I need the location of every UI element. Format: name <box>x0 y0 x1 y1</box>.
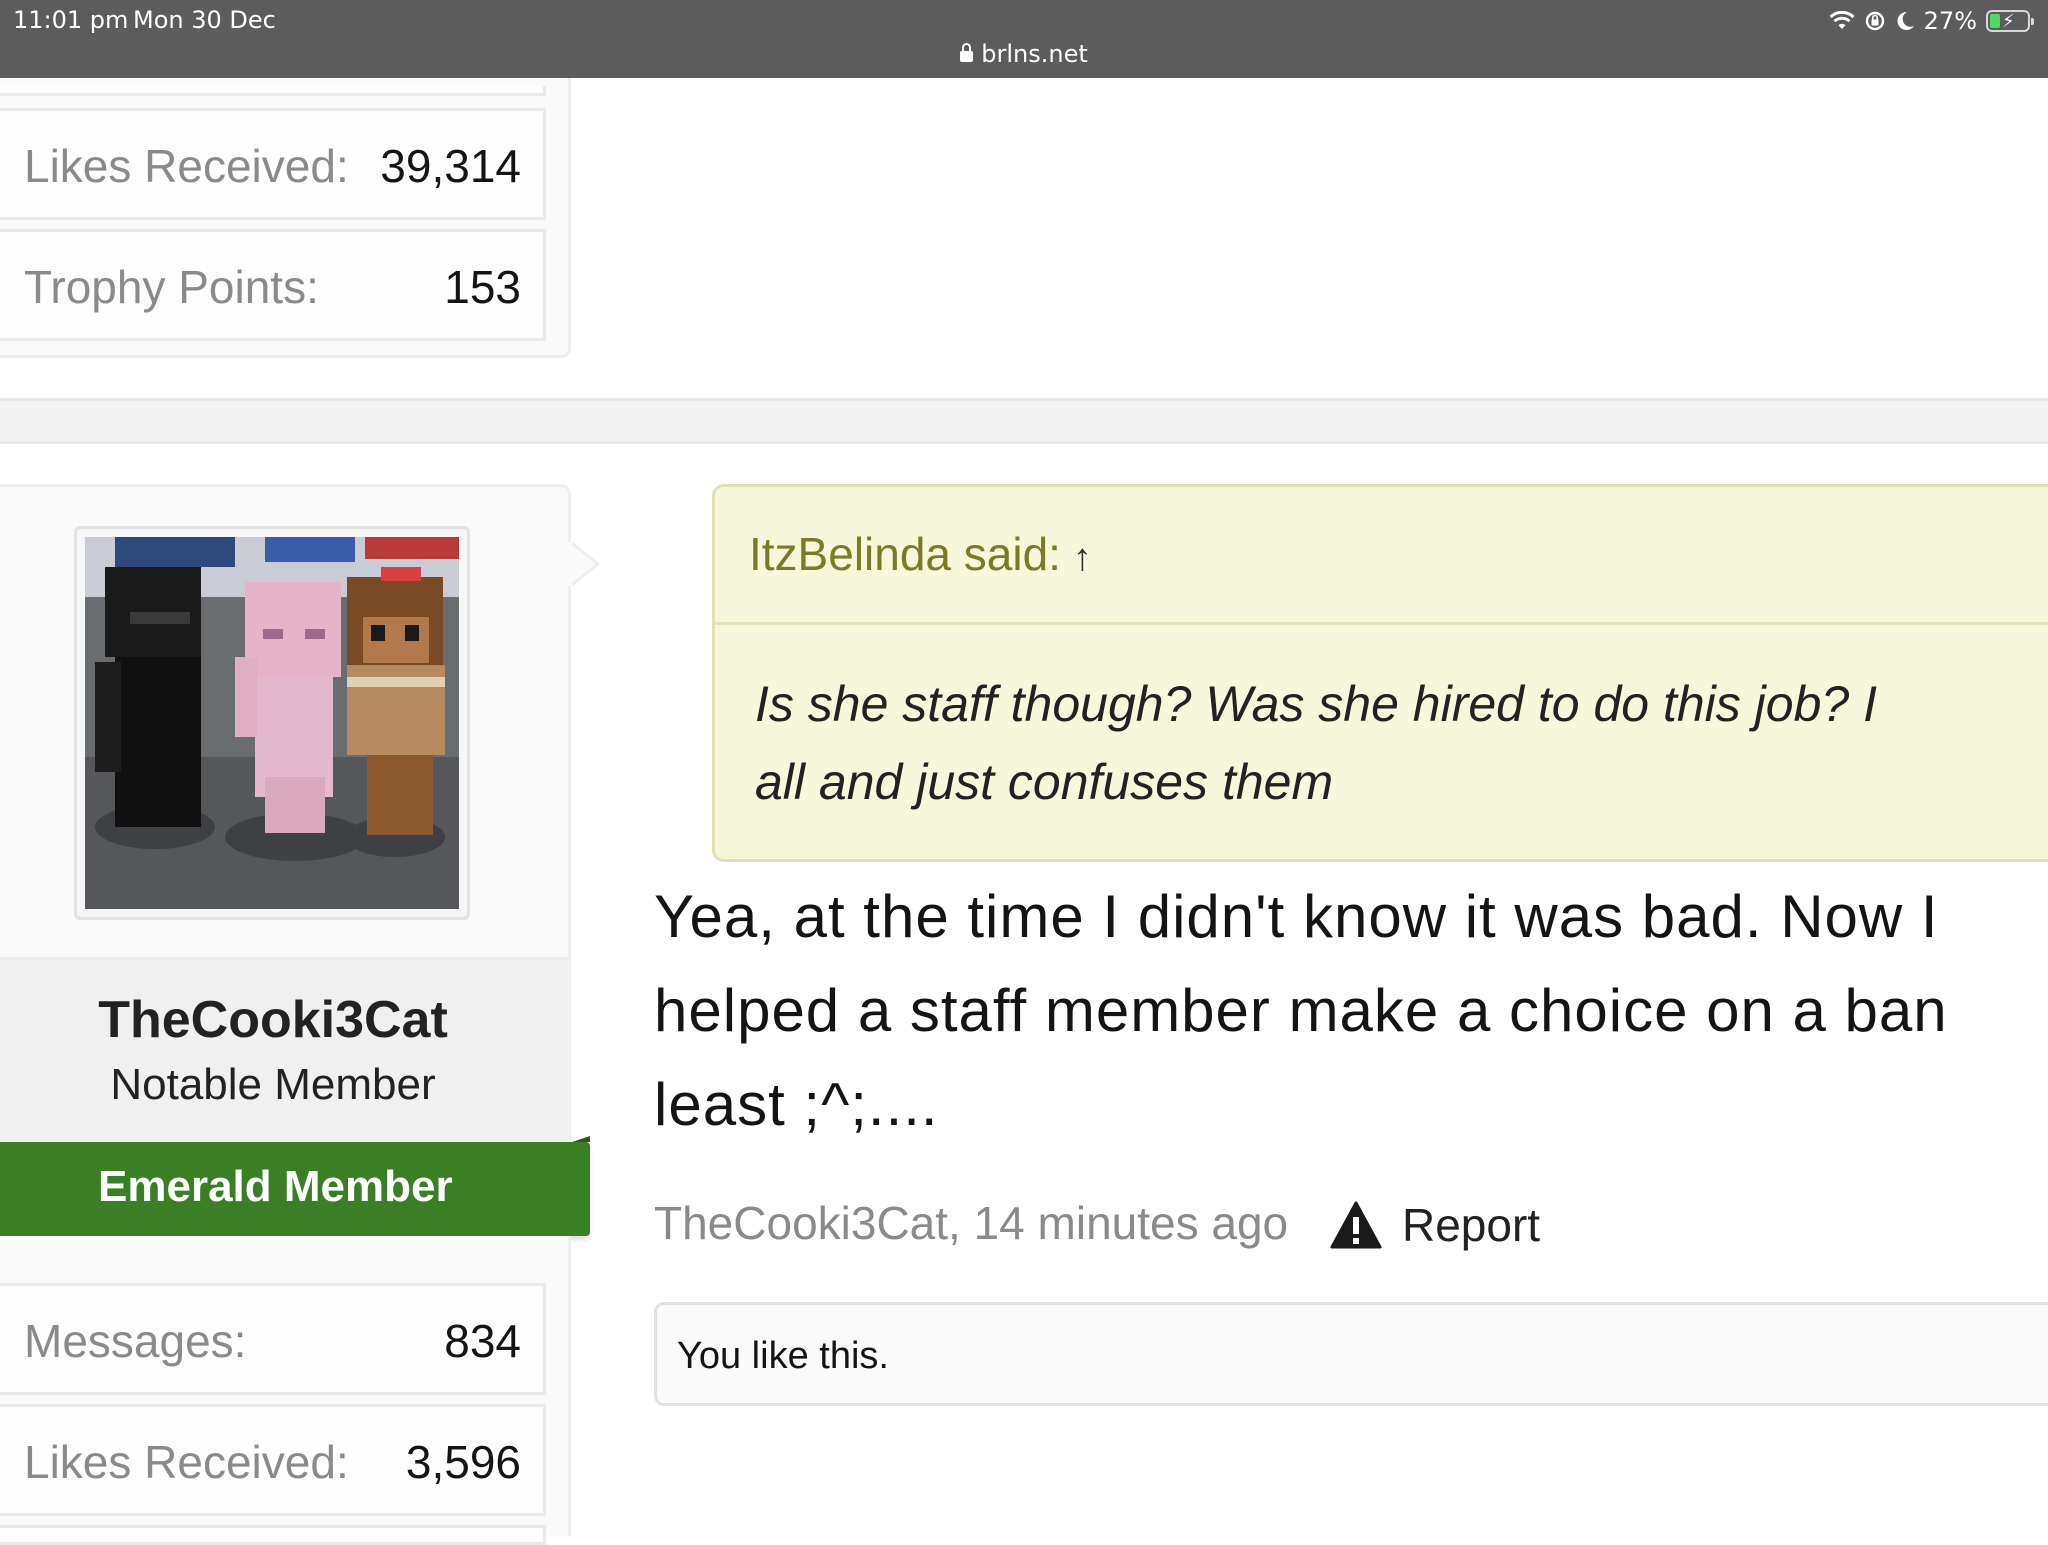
message-line: least ;^;.... <box>654 1071 939 1138</box>
warning-icon <box>1330 1201 1382 1249</box>
stat-value: 834 <box>444 1315 521 1367</box>
wifi-icon <box>1829 11 1855 31</box>
charging-icon: ⚡ <box>2002 11 2015 32</box>
message-line: Yea, at the time I didn't know it was ba… <box>654 883 1939 950</box>
post-meta[interactable]: TheCooki3Cat, 14 minutes ago <box>654 1196 1288 1250</box>
message-body: Yea, at the time I didn't know it was ba… <box>654 870 2048 1152</box>
battery-icon: ⚡ <box>1986 10 2034 32</box>
status-time: 11:01 pm <box>13 6 129 34</box>
battery-percent: 27% <box>1923 7 1977 35</box>
previous-stat-likes: Likes Received: 39,314 <box>0 108 546 220</box>
quote-author-text: ItzBelinda said: <box>749 528 1061 580</box>
jump-to-quote-icon[interactable]: ↑ <box>1073 537 1092 580</box>
likes-text[interactable]: You like this. <box>677 1335 889 1378</box>
username[interactable]: TheCooki3Cat <box>0 990 546 1050</box>
message-line: helped a staff member make a choice on a… <box>654 977 1948 1044</box>
quote-body: Is she staff though? Was she hired to do… <box>755 665 2048 821</box>
report-button[interactable]: Report <box>1330 1198 1540 1252</box>
user-name-block <box>0 960 571 1144</box>
url-text: brlns.net <box>981 40 1088 68</box>
stat-label: Likes Received: <box>24 1436 349 1488</box>
post-divider <box>0 398 2048 444</box>
likes-summary: You like this. <box>654 1302 2048 1406</box>
address-bar[interactable]: brlns.net <box>0 40 2048 68</box>
stat-value: 153 <box>444 261 521 313</box>
orientation-lock-icon <box>1864 10 1886 32</box>
quote-line: Is she staff though? Was she hired to do… <box>755 676 1877 732</box>
do-not-disturb-icon <box>1895 10 1915 32</box>
quote-author[interactable]: ItzBelinda said: ↑ <box>749 527 1092 581</box>
stat-value: 3,596 <box>405 1436 521 1488</box>
userinfo-pointer <box>568 540 601 588</box>
user-title: Notable Member <box>110 1060 436 1109</box>
lock-icon <box>960 43 974 62</box>
avatar[interactable] <box>85 537 459 909</box>
status-bar: 11:01 pm Mon 30 Dec brlns.net 27% ⚡ <box>0 0 2048 78</box>
quote-line: all and just confuses them <box>755 754 1334 810</box>
stat-box-partial <box>0 1525 546 1545</box>
user-banner: Emerald Member <box>0 1136 590 1236</box>
previous-stat-trophy: Trophy Points: 153 <box>0 229 546 341</box>
stat-likes-received: Likes Received: 3,596 <box>0 1404 546 1516</box>
stat-value: 39,314 <box>380 140 521 192</box>
stat-label: Messages: <box>24 1315 247 1367</box>
report-label: Report <box>1402 1199 1541 1251</box>
stat-label: Trophy Points: <box>24 261 319 313</box>
status-icons: 27% ⚡ <box>1829 6 2034 36</box>
user-banner-label: Emerald Member <box>98 1162 453 1211</box>
quote-header: ItzBelinda said: ↑ <box>715 487 2048 625</box>
previous-stat-box-partial <box>0 86 546 96</box>
quote-block: ItzBelinda said: ↑ Is she staff though? W… <box>712 484 2048 862</box>
stat-messages: Messages: 834 <box>0 1283 546 1395</box>
stat-label: Likes Received: <box>24 140 349 192</box>
status-date: Mon 30 Dec <box>133 6 276 34</box>
battery-fill <box>1990 14 2000 28</box>
